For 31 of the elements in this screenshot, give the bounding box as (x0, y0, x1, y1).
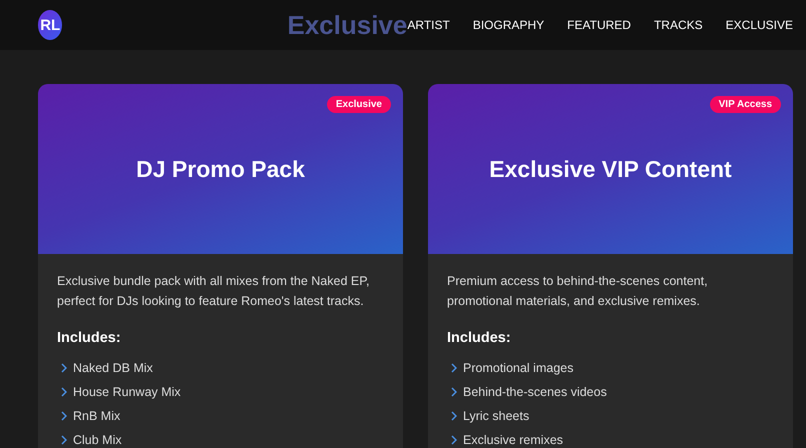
list-item-text: Promotional images (463, 361, 574, 375)
chevron-icon (451, 435, 457, 445)
list-item-text: House Runway Mix (73, 385, 181, 399)
list-item-text: Behind-the-scenes videos (463, 385, 607, 399)
nav-link[interactable]: TRACKS (654, 18, 703, 32)
card-description: Exclusive bundle pack with all mixes from the Naked EP, perfect for DJs looking to feature Romeo's latest tracks. (57, 273, 370, 310)
card-tag: Exclusive (326, 96, 391, 113)
includes-heading: Includes: (447, 330, 512, 346)
chevron-icon (61, 411, 67, 421)
list-item-text: Exclusive remixes (463, 433, 564, 447)
nav-link[interactable]: BIOGRAPHY (472, 18, 544, 32)
includes-heading: Includes: (57, 330, 122, 346)
chevron-icon (451, 363, 457, 373)
chevron-icon (451, 387, 457, 397)
card-title: Exclusive VIP Content (489, 156, 732, 182)
list-item-text: Club Mix (73, 433, 122, 447)
logo-badge[interactable]: RL (38, 10, 62, 40)
chevron-icon (451, 411, 457, 421)
nav-link[interactable]: FEATURED (567, 18, 631, 32)
list-item-text: RnB Mix (73, 409, 120, 423)
card-title: DJ Promo Pack (136, 156, 305, 182)
nav-link[interactable]: ARTIST (407, 18, 450, 32)
chevron-icon (61, 387, 67, 397)
page-title: Exclusive (287, 10, 408, 40)
card-tag: VIP Access (710, 96, 781, 113)
card-description: Premium access to behind-the-scenes content, promotional materials, and exclusive remixes. (447, 273, 709, 310)
chevron-icon (61, 363, 67, 373)
list-item-text: Lyric sheets (463, 409, 530, 423)
list-item-text: Naked DB Mix (73, 361, 153, 375)
chevron-icon (61, 435, 67, 445)
nav-link[interactable]: EXCLUSIVE (726, 18, 793, 32)
